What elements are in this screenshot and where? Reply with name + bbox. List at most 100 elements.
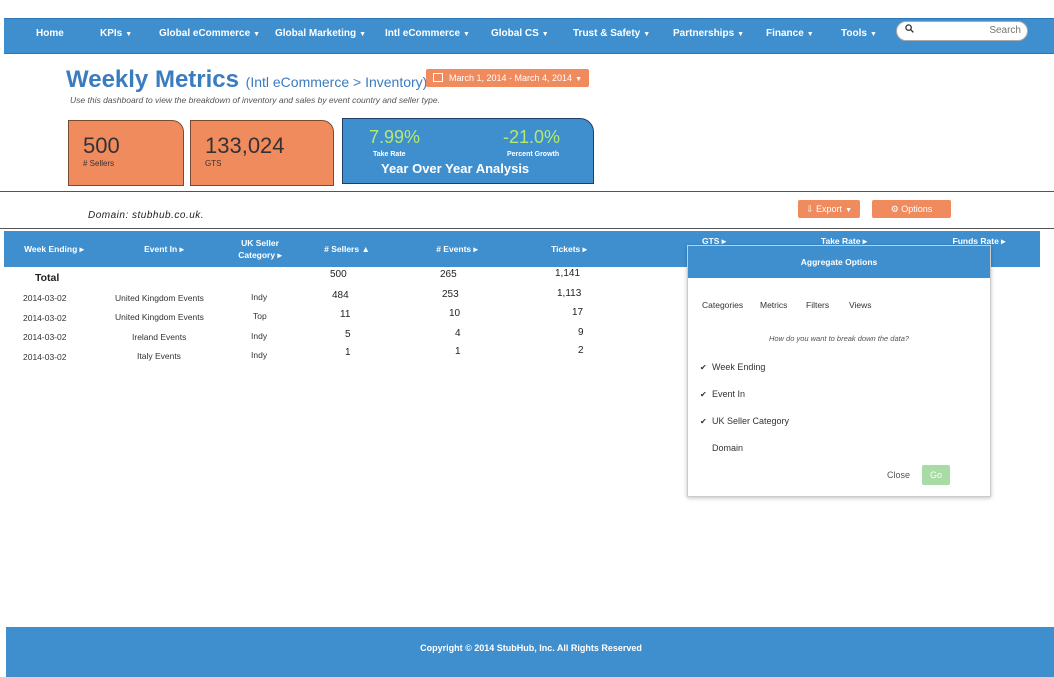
cell-tickets: 1,113 (557, 288, 582, 299)
top-nav: Home KPIs ▼ Global eCommerce ▼ Global Mark… (4, 18, 1054, 54)
option-week-ending[interactable]: ✔ Week Ending (700, 362, 765, 372)
nav-item-tools[interactable]: Tools ▼ (841, 28, 877, 39)
col-tickets[interactable]: Tickets ▸ (534, 243, 604, 255)
export-label: Export (816, 204, 843, 214)
col-events[interactable]: # Events ▸ (422, 243, 492, 255)
tab-views[interactable]: Views (849, 300, 872, 310)
yoy-analysis-card: 7.99% Take Rate -21.0% Percent Growth Ye… (342, 118, 594, 184)
option-label: UK Seller Category (712, 416, 790, 426)
kpi-value: 500 (83, 133, 120, 158)
option-uk-seller-category[interactable]: ✔ UK Seller Category (700, 416, 789, 426)
total-sellers: 500 (330, 269, 347, 280)
nav-item-label: Finance (766, 28, 804, 39)
cell-events: 4 (455, 328, 461, 339)
nav-item-label: Tools (841, 28, 867, 39)
cell-category: Indy (251, 292, 268, 302)
cell-category: Top (253, 311, 267, 321)
options-button[interactable]: ⚙ Options (872, 200, 951, 218)
cell-category: Indy (251, 350, 268, 360)
date-range-button[interactable]: March 1, 2014 - March 4, 2014 ▼ (426, 69, 589, 87)
tab-metrics[interactable]: Metrics (760, 300, 787, 310)
take-rate-value: 7.99% (369, 127, 421, 147)
cell-tickets: 17 (572, 307, 584, 318)
nav-item-kpis[interactable]: KPIs ▼ (100, 28, 132, 39)
search-icon[interactable] (905, 24, 914, 36)
copyright-text: Copyright © 2014 StubHub, Inc. All Right… (420, 643, 642, 653)
tab-filters[interactable]: Filters (806, 300, 829, 310)
modal-title: Aggregate Options (688, 246, 990, 278)
go-button[interactable]: Go (922, 465, 950, 485)
total-tickets: 1,141 (555, 268, 581, 279)
footer: Copyright © 2014 StubHub, Inc. All Right… (6, 627, 1054, 677)
page-title-text: Weekly Metrics (66, 66, 239, 93)
cell-sellers: 1 (345, 347, 351, 358)
nav-item-intl-ecommerce[interactable]: Intl eCommerce ▼ (385, 28, 470, 39)
nav-item-global-cs[interactable]: Global CS ▼ (491, 28, 549, 39)
option-domain[interactable]: Domain (700, 443, 743, 453)
cell-event-in: Ireland Events (132, 332, 187, 342)
check-icon: ✔ (700, 390, 707, 399)
cell-category: Indy (251, 331, 268, 341)
domain-label: Domain: stubhub.co.uk. (88, 210, 205, 221)
options-icon: ⚙ (890, 204, 902, 214)
chevron-down-icon: ▼ (541, 31, 549, 38)
chevron-down-icon: ▼ (575, 76, 582, 83)
cell-tickets: 2 (578, 345, 584, 356)
cell-week: 2014-03-02 (23, 293, 67, 303)
check-icon: ✔ (700, 417, 707, 426)
search-box (896, 21, 1028, 41)
modal-question: How do you want to break down the data? (768, 334, 910, 343)
col-label: # Events (436, 244, 472, 254)
chevron-down-icon: ▼ (463, 31, 470, 38)
nav-item-label: Partnerships (673, 28, 735, 39)
col-label: Week Ending (24, 244, 78, 254)
col-label: UK Seller Category (238, 238, 279, 260)
nav-item-label: Trust & Safety (573, 28, 641, 39)
cell-events: 253 (442, 289, 459, 300)
search-input[interactable] (919, 23, 1021, 37)
yoy-title: Year Over Year Analysis (381, 161, 530, 176)
page-description: Use this dashboard to view the breakdown… (70, 95, 440, 105)
total-events: 265 (440, 269, 457, 280)
page-title: Weekly Metrics (Intl eCommerce > Invento… (66, 66, 427, 94)
nav-item-global-marketing[interactable]: Global Marketing ▼ (275, 28, 366, 39)
percent-growth-value: -21.0% (503, 127, 561, 147)
cell-events: 1 (455, 346, 461, 357)
aggregate-options-modal: Aggregate Options Categories Metrics Fil… (687, 245, 991, 497)
col-uk-seller-category[interactable]: UK Seller Category ▸ (230, 237, 290, 261)
export-icon: ⇩ (806, 204, 817, 214)
calendar-icon (432, 73, 443, 82)
nav-item-trust-safety[interactable]: Trust & Safety ▼ (573, 28, 650, 39)
chevron-down-icon: ▼ (845, 207, 852, 214)
close-button[interactable]: Close (887, 470, 910, 480)
cell-sellers: 5 (345, 329, 351, 340)
col-sellers[interactable]: # Sellers ▲ (312, 243, 382, 255)
cell-sellers: 11 (340, 309, 351, 320)
cell-week: 2014-03-02 (23, 332, 67, 342)
page-subtitle: (Intl eCommerce > Inventory) (245, 74, 428, 90)
option-label: Domain (712, 443, 744, 453)
kpi-card-sellers: 500 # Sellers (68, 120, 184, 186)
nav-item-partnerships[interactable]: Partnerships ▼ (673, 28, 744, 39)
cell-events: 10 (449, 308, 461, 319)
divider (0, 228, 1054, 229)
cell-event-in: United Kingdom Events (115, 293, 204, 303)
percent-growth-label: Percent Growth (507, 151, 560, 158)
col-week-ending[interactable]: Week Ending ▸ (14, 243, 94, 255)
cell-tickets: 9 (578, 327, 584, 338)
nav-item-finance[interactable]: Finance ▼ (766, 28, 814, 39)
kpi-label: # Sellers (83, 159, 115, 168)
option-label: Week Ending (712, 362, 766, 372)
option-event-in[interactable]: ✔ Event In (700, 389, 745, 399)
col-event-in[interactable]: Event In ▸ (124, 243, 204, 255)
nav-item-label: Global eCommerce (159, 28, 251, 39)
cell-event-in: United Kingdom Events (115, 312, 204, 322)
cell-sellers: 484 (332, 290, 349, 301)
options-label: Options (901, 204, 933, 214)
kpi-label: GTS (205, 159, 222, 168)
col-label: Tickets (551, 244, 581, 254)
nav-item-home[interactable]: Home (36, 28, 64, 39)
export-button[interactable]: ⇩ Export ▼ (798, 200, 860, 218)
tab-categories[interactable]: Categories (702, 300, 743, 310)
nav-item-global-ecommerce[interactable]: Global eCommerce ▼ (159, 28, 260, 39)
